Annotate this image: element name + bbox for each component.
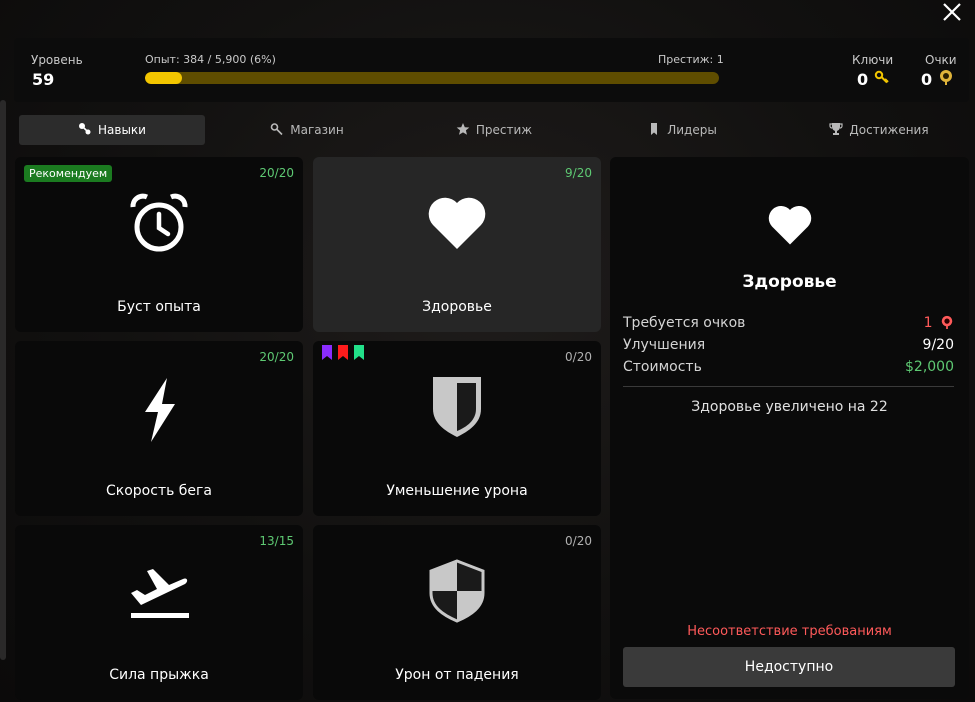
skill-detail-panel: Здоровье Требуется очков 1 Улучшения 9/2…	[610, 157, 969, 699]
key-icon	[874, 69, 890, 85]
trophy-icon	[829, 122, 844, 139]
upgrades-value: 9/20	[922, 337, 954, 353]
bookmark-green-icon	[354, 345, 364, 360]
requirements-warning: Несоответствие требованиям	[687, 624, 892, 639]
skill-count: 0/20	[565, 350, 592, 364]
upgrades-row: Улучшения 9/20	[623, 337, 954, 353]
tab-skills[interactable]: Навыки	[19, 115, 205, 145]
detail-title: Здоровье	[742, 272, 837, 292]
shield-checker-icon	[425, 559, 489, 623]
tab-label: Престиж	[475, 123, 533, 137]
skills-icon	[78, 122, 92, 139]
bookmark-icon	[647, 122, 661, 139]
stats-bar: Уровень 59 Опыт: 384 / 5,900 (6%) Прести…	[14, 38, 969, 102]
recommended-badge: Рекомендуем	[24, 165, 113, 182]
key-icon	[270, 122, 284, 139]
level-value: 59	[32, 70, 55, 89]
unavailable-button[interactable]: Недоступно	[623, 647, 955, 687]
skill-card-health[interactable]: 9/20 Здоровье	[313, 157, 601, 332]
point-pin-icon	[941, 315, 953, 329]
shield-half-icon	[425, 375, 489, 439]
xp-label: Опыт: 384 / 5,900 (6%)	[145, 53, 276, 66]
scrollbar[interactable]	[0, 100, 6, 660]
skill-title: Скорость бега	[106, 483, 212, 499]
skill-count: 20/20	[259, 350, 294, 364]
level-label: Уровень	[31, 53, 83, 67]
rarity-flags	[321, 345, 365, 360]
cost-label: Стоимость	[623, 359, 702, 375]
tab-label: Лидеры	[667, 123, 717, 137]
prestige-label: Престиж: 1	[658, 53, 724, 66]
required-points-label: Требуется очков	[623, 315, 746, 331]
xp-progress-fill	[145, 72, 183, 84]
point-pin-icon	[938, 69, 954, 85]
keys-value: 0	[857, 70, 869, 89]
cost-row: Стоимость $2,000	[623, 359, 954, 375]
skill-card-jump-power[interactable]: 13/15 Сила прыжка	[15, 525, 303, 700]
heart-icon	[425, 191, 489, 255]
keys-label: Ключи	[852, 53, 894, 67]
points-value: 0	[921, 70, 933, 89]
points-label: Очки	[925, 53, 957, 67]
heart-icon	[766, 201, 814, 249]
skill-count: 9/20	[565, 166, 592, 180]
skill-title: Сила прыжка	[109, 667, 209, 683]
bookmark-purple-icon	[322, 345, 332, 360]
star-icon	[456, 122, 470, 139]
divider	[623, 386, 954, 387]
skill-card-damage-reduction[interactable]: 0/20 Уменьшение урона	[313, 341, 601, 516]
tab-shop[interactable]: Магазин	[232, 115, 382, 145]
upgrades-label: Улучшения	[623, 337, 706, 353]
alarm-clock-icon	[127, 191, 191, 255]
skill-count: 13/15	[259, 534, 294, 548]
skill-card-fall-damage[interactable]: 0/20 Урон от падения	[313, 525, 601, 700]
skill-card-xp-boost[interactable]: Рекомендуем 20/20 Буст опыта	[15, 157, 303, 332]
tab-achievements[interactable]: Достижения	[794, 115, 964, 145]
xp-progress-bar	[145, 72, 719, 84]
required-points-number: 1	[923, 315, 933, 331]
effect-text: Здоровье увеличено на 22	[691, 399, 888, 415]
skill-title: Здоровье	[422, 299, 492, 315]
skill-card-run-speed[interactable]: 20/20 Скорость бега	[15, 341, 303, 516]
tab-bar: Навыки Магазин Престиж Лидеры Достижения	[14, 111, 969, 149]
required-points-row: Требуется очков 1	[623, 315, 954, 331]
tab-label: Навыки	[98, 123, 146, 137]
skill-title: Урон от падения	[395, 667, 519, 683]
tab-prestige[interactable]: Престиж	[419, 115, 569, 145]
skill-title: Уменьшение урона	[386, 483, 528, 499]
tab-label: Магазин	[290, 123, 344, 137]
required-points-value: 1	[924, 315, 954, 331]
skill-count: 0/20	[565, 534, 592, 548]
skill-title: Буст опыта	[117, 299, 201, 315]
cost-value: $2,000	[905, 359, 954, 375]
tab-leaders[interactable]: Лидеры	[607, 115, 757, 145]
plane-takeoff-icon	[127, 559, 191, 623]
skill-count: 20/20	[259, 166, 294, 180]
tab-label: Достижения	[849, 123, 929, 137]
lightning-icon	[127, 373, 191, 442]
close-icon[interactable]	[940, 0, 964, 24]
bookmark-red-icon	[338, 345, 348, 360]
